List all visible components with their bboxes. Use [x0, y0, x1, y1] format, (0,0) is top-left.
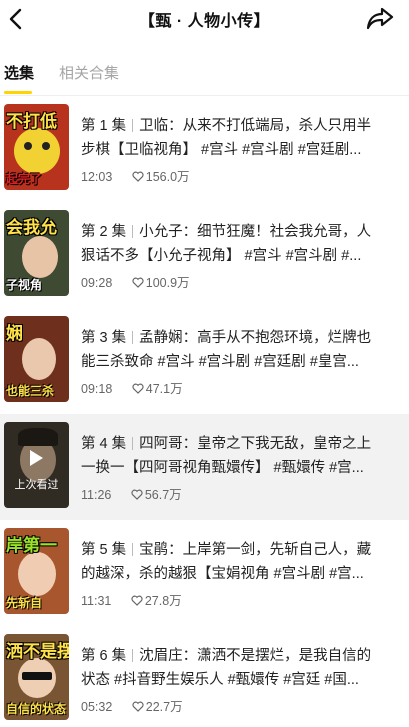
episode-duration: 09:28: [81, 276, 113, 290]
last-watched-label: 上次看过: [14, 479, 59, 491]
episode-meta: 11:31 27.8万: [81, 590, 182, 609]
episode-thumbnail: 不打低 起完了: [4, 104, 69, 190]
episode-title-line1: 宝鹃：上岸第一剑，先斩自己人，藏: [139, 542, 372, 558]
thumbnail-caption: 会我允: [6, 218, 57, 237]
episode-title: 第 2 集小允子：细节狂魔！社会我允哥，人 狠话不多【小允子视角】 #宫斗 #宫…: [81, 220, 391, 268]
play-icon: [30, 450, 43, 466]
episode-title-line1: 四阿哥：皇帝之下我无敌，皇帝之上: [139, 436, 372, 452]
thumbnail-caption: 洒不是摆: [6, 642, 69, 661]
episode-thumbnail: 会我允 子视角: [4, 210, 69, 296]
episode-thumbnail: 岸第一 先斩自: [4, 528, 69, 614]
episode-title: 第 4 集四阿哥：皇帝之下我无敌，皇帝之上 一换一【四阿哥视角甄嬛传】 #甄嬛传…: [81, 432, 391, 480]
episode-title-line1: 孟静娴：高手从不抱怨环境，烂牌也: [139, 330, 372, 346]
tab-related-collections[interactable]: 相关合集: [59, 62, 119, 83]
heart-icon: [132, 171, 144, 182]
episode-row[interactable]: 会我允 子视角 第 2 集小允子：细节狂魔！社会我允哥，人 狠话不多【小允子视角…: [0, 202, 409, 308]
heart-icon: [132, 383, 144, 394]
thumbnail-caption: 娴: [6, 324, 23, 343]
thumbnail-subcaption: 也能三杀: [6, 384, 55, 398]
thumbnail-subcaption: 先斩自: [6, 596, 43, 610]
episode-meta: 05:32 22.7万: [81, 696, 183, 715]
episode-row[interactable]: 洒不是摆 自信的状态 第 6 集沈眉庄：潇洒不是摆烂，是我自信的 状态 #抖音野…: [0, 626, 409, 727]
episode-likes: 100.9万: [145, 276, 190, 290]
share-icon[interactable]: [365, 4, 395, 32]
episode-title-line2: 能三杀致命 #宫斗 #宫斗剧 #宫廷剧 #皇宫...: [81, 354, 359, 370]
episode-row[interactable]: 岸第一 先斩自 第 5 集宝鹃：上岸第一剑，先斩自己人，藏 的越深，杀的越狠【宝…: [0, 520, 409, 626]
thumbnail-caption: 不打低: [6, 112, 57, 131]
episode-number: 第 4 集: [81, 436, 127, 452]
thumbnail-subcaption: 自信的状态: [6, 702, 67, 716]
divider: [132, 119, 134, 132]
episode-likes: 156.0万: [145, 170, 190, 184]
episode-meta: 11:26 56.7万: [81, 484, 182, 503]
episode-title-line1: 卫临：从来不打低端局，杀人只用半: [139, 118, 372, 134]
divider: [132, 437, 134, 450]
episode-likes: 22.7万: [145, 700, 183, 714]
episode-duration: 12:03: [81, 170, 113, 184]
episode-duration: 11:31: [81, 594, 112, 608]
heart-icon: [132, 701, 144, 712]
episode-row[interactable]: 不打低 起完了 第 1 集卫临：从来不打低端局，杀人只用半 步棋【卫临视角】 #…: [0, 96, 409, 202]
episode-likes: 27.8万: [144, 594, 182, 608]
episode-title: 第 1 集卫临：从来不打低端局，杀人只用半 步棋【卫临视角】 #宫斗 #宫斗剧 …: [81, 114, 391, 162]
episode-duration: 11:26: [81, 488, 112, 502]
episode-number: 第 6 集: [81, 648, 127, 664]
episode-title: 第 6 集沈眉庄：潇洒不是摆烂，是我自信的 状态 #抖音野生娱乐人 #甄嬛传 #…: [81, 644, 391, 692]
episode-duration: 05:32: [81, 700, 113, 714]
divider: [132, 649, 134, 662]
heart-icon: [131, 595, 143, 606]
episode-number: 第 5 集: [81, 542, 127, 558]
episode-number: 第 3 集: [81, 330, 127, 346]
episode-likes: 56.7万: [144, 488, 182, 502]
divider: [132, 331, 134, 344]
tab-episodes[interactable]: 选集: [4, 62, 34, 83]
episode-title-line1: 沈眉庄：潇洒不是摆烂，是我自信的: [139, 648, 372, 664]
episode-meta: 12:03 156.0万: [81, 166, 190, 185]
top-bar: 【甄 · 人物小传】: [0, 0, 409, 36]
episode-title: 第 5 集宝鹃：上岸第一剑，先斩自己人，藏 的越深，杀的越狠【宝娟视角 #宫斗剧…: [81, 538, 391, 586]
divider: [132, 225, 134, 238]
episode-title-line2: 步棋【卫临视角】 #宫斗 #宫斗剧 #宫廷剧...: [81, 142, 362, 158]
episode-number: 第 1 集: [81, 118, 127, 134]
thumbnail-subcaption: 起完了: [6, 172, 43, 186]
episode-thumbnail: 上次看过: [4, 422, 69, 508]
episode-title-line2: 狠话不多【小允子视角】 #宫斗 #宫斗剧 #...: [81, 248, 362, 264]
heart-icon: [132, 277, 144, 288]
thumbnail-subcaption: 子视角: [6, 278, 43, 292]
episode-thumbnail: 娴 也能三杀: [4, 316, 69, 402]
episode-meta: 09:28 100.9万: [81, 272, 190, 291]
episode-title: 第 3 集孟静娴：高手从不抱怨环境，烂牌也 能三杀致命 #宫斗 #宫斗剧 #宫廷…: [81, 326, 391, 374]
episode-row[interactable]: 娴 也能三杀 第 3 集孟静娴：高手从不抱怨环境，烂牌也 能三杀致命 #宫斗 #…: [0, 308, 409, 414]
thumbnail-caption: 岸第一: [6, 536, 57, 555]
divider: [132, 543, 134, 556]
episode-thumbnail: 洒不是摆 自信的状态: [4, 634, 69, 720]
episode-duration: 09:18: [81, 382, 113, 396]
episode-title-line2: 的越深，杀的越狠【宝娟视角 #宫斗剧 #宫...: [81, 566, 364, 582]
episode-title-line2: 一换一【四阿哥视角甄嬛传】 #甄嬛传 #宫...: [81, 460, 364, 476]
episode-title-line1: 小允子：细节狂魔！社会我允哥，人: [139, 224, 372, 240]
episode-likes: 47.1万: [145, 382, 183, 396]
heart-icon: [131, 489, 143, 500]
episode-number: 第 2 集: [81, 224, 127, 240]
episode-title-line2: 状态 #抖音野生娱乐人 #甄嬛传 #宫廷 #国...: [81, 672, 359, 688]
episode-meta: 09:18 47.1万: [81, 378, 183, 397]
episode-row-last-watched[interactable]: 上次看过 第 4 集四阿哥：皇帝之下我无敌，皇帝之上 一换一【四阿哥视角甄嬛传】…: [0, 414, 409, 520]
tab-bar: 选集 相关合集: [0, 56, 409, 96]
page-title: 【甄 · 人物小传】: [138, 13, 271, 30]
active-tab-indicator: [4, 91, 32, 94]
